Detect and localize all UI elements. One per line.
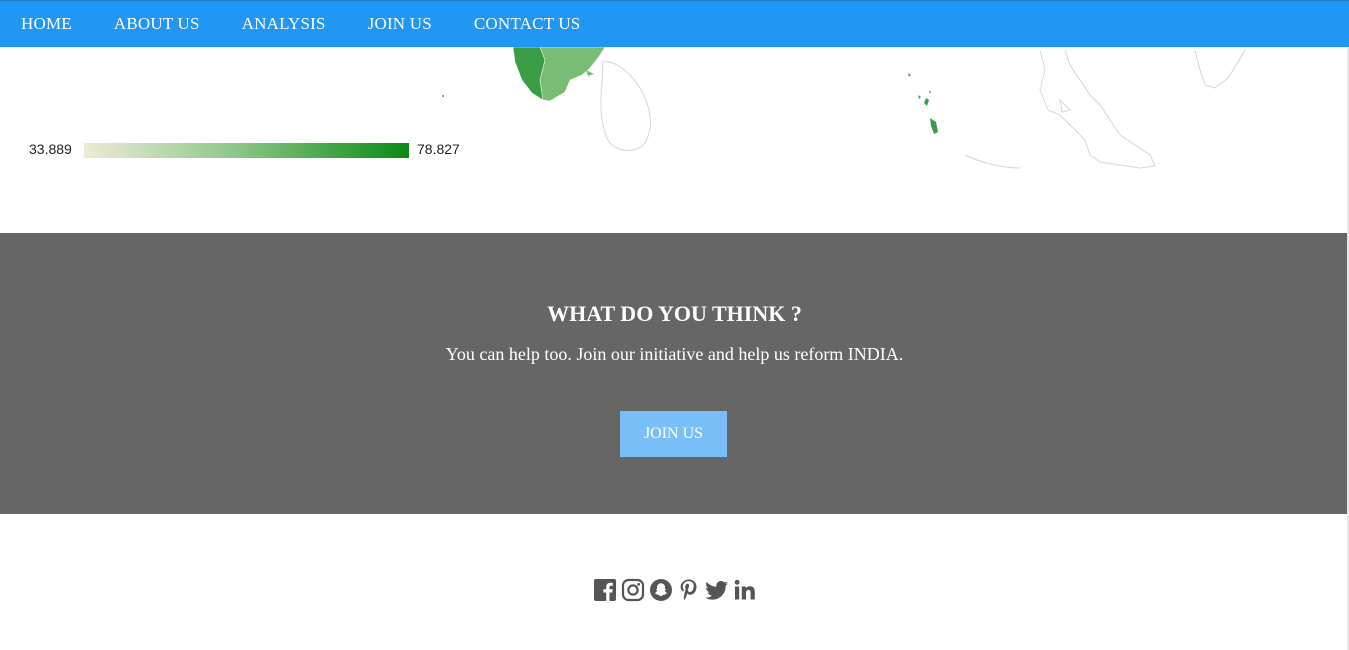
social-links	[593, 578, 757, 602]
region-kerala	[512, 47, 546, 101]
twitter-icon[interactable]	[705, 578, 729, 602]
footer	[0, 514, 1349, 650]
instagram-icon[interactable]	[621, 578, 645, 602]
nav-about-us[interactable]: ABOUT US	[93, 1, 221, 47]
cta-title: WHAT DO YOU THINK ?	[547, 301, 802, 326]
join-us-button[interactable]: JOIN US	[620, 411, 727, 457]
legend-max-value: 78.827	[417, 141, 460, 157]
linkedin-icon[interactable]	[733, 578, 757, 602]
nav-analysis[interactable]: ANALYSIS	[221, 1, 347, 47]
pinterest-icon[interactable]	[677, 578, 701, 602]
map-graphic	[442, 47, 1246, 169]
sea-coast-outline	[1039, 49, 1156, 169]
nav-home[interactable]: HOME	[0, 1, 93, 47]
top-navbar: HOME ABOUT US ANALYSIS JOIN US CONTACT U…	[0, 0, 1349, 47]
nav-contact-us[interactable]: CONTACT US	[453, 1, 602, 47]
region-andaman-nicobar	[908, 73, 938, 134]
cta-section: WHAT DO YOU THINK ? You can help too. Jo…	[0, 233, 1349, 514]
snapchat-icon[interactable]	[649, 578, 673, 602]
facebook-icon[interactable]	[593, 578, 617, 602]
legend-min-value: 33.889	[29, 141, 72, 157]
india-map: 33.889 78.827	[0, 47, 1349, 233]
sri-lanka-outline	[600, 61, 651, 151]
nav-join-us[interactable]: JOIN US	[347, 1, 453, 47]
region-tamil-nadu	[539, 47, 606, 102]
cta-text: You can help too. Join our initiative an…	[445, 344, 904, 364]
legend-gradient-bar	[84, 143, 409, 158]
